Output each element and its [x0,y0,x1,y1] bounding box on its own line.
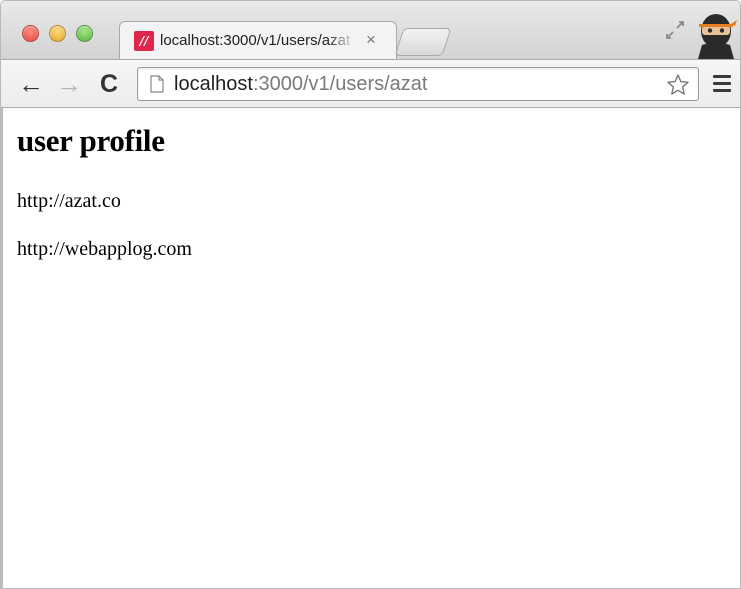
star-icon[interactable] [666,73,690,97]
page-title: user profile [17,123,165,158]
new-tab-button[interactable] [394,28,452,56]
url-text[interactable]: localhost:3000/v1/users/azat [174,73,428,96]
address-bar[interactable]: localhost:3000/v1/users/azat [137,67,699,101]
fullscreen-icon[interactable] [664,19,686,41]
tab-active[interactable]: // localhost:3000/v1/users/azat × [119,21,397,60]
profile-avatar-icon[interactable] [694,11,738,59]
tab-title: localhost:3000/v1/users/azat [160,32,351,49]
reload-button[interactable]: C [95,70,123,98]
forward-button[interactable]: → [55,70,83,98]
profile-link-webapplog: http://webapplog.com [17,238,192,260]
minimize-window-button[interactable] [49,25,66,42]
profile-link-azat: http://azat.co [17,190,121,212]
browser-window: // localhost:3000/v1/users/azat × ← → C [0,0,741,589]
url-host: localhost [174,73,253,95]
page-content: user profile http://azat.co http://webap… [1,108,740,588]
close-window-button[interactable] [22,25,39,42]
favicon-icon: // [134,31,154,51]
url-path: :3000/v1/users/azat [252,73,428,95]
zoom-window-button[interactable] [76,25,93,42]
hamburger-menu-icon[interactable] [713,75,731,93]
tab-strip: // localhost:3000/v1/users/azat × [1,1,740,60]
tab-close-icon[interactable]: × [366,30,376,50]
window-controls [22,25,93,42]
browser-toolbar: ← → C localhost:3000/v1/users/azat [1,59,740,108]
page-icon [150,75,164,93]
back-button[interactable]: ← [17,70,45,98]
